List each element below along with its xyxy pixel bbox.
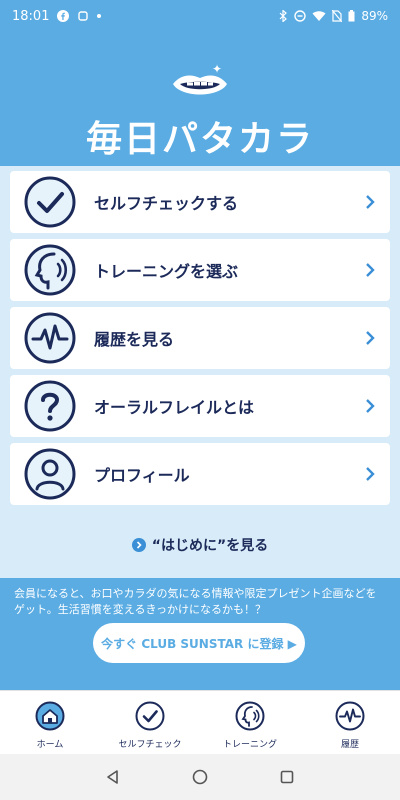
face-voice-icon xyxy=(24,244,76,296)
home-icon xyxy=(35,701,65,731)
status-bar: 18:01 89% xyxy=(0,0,400,32)
club-sunstar-register-button[interactable]: 今すぐ CLUB SUNSTAR に登録 ▶ xyxy=(93,623,305,663)
menu-item-history[interactable]: 履歴を見る xyxy=(10,307,390,369)
app-header: ✦ 毎日パタカラ xyxy=(0,32,400,166)
person-icon xyxy=(24,448,76,500)
status-time: 18:01 xyxy=(12,8,50,24)
menu-item-label: 履歴を見る xyxy=(94,330,175,349)
mouth-logo-icon xyxy=(173,75,227,95)
chevron-right-icon xyxy=(366,263,375,277)
home-circle-icon[interactable] xyxy=(192,769,208,785)
tab-training[interactable]: トレーニング xyxy=(200,691,300,754)
system-nav-bar xyxy=(0,754,400,800)
bluetooth-icon xyxy=(279,10,288,22)
menu-item-label: プロフィール xyxy=(94,466,190,485)
chevron-right-icon xyxy=(366,331,375,345)
pulse-icon xyxy=(335,701,365,731)
no-sim-icon xyxy=(332,10,343,22)
facebook-icon xyxy=(57,10,70,22)
tab-label: セルフチェック xyxy=(118,740,182,750)
tab-history[interactable]: 履歴 xyxy=(300,691,400,754)
menu-item-profile[interactable]: プロフィール xyxy=(10,443,390,505)
promo-banner: 会員になると、お口やカラダの気になる情報や限定プレゼント企画などをゲット。生活習… xyxy=(0,578,400,690)
dnd-icon xyxy=(294,10,307,22)
tab-label: トレーニング xyxy=(222,740,277,750)
intro-link-label: “はじめに”を見る xyxy=(151,538,269,554)
tab-label: 履歴 xyxy=(340,740,359,750)
more-notifications-dot xyxy=(97,14,102,18)
menu-item-self-check[interactable]: セルフチェックする xyxy=(10,171,390,233)
tab-self-check[interactable]: セルフチェック xyxy=(100,691,200,754)
check-circle-icon xyxy=(135,701,165,731)
menu-item-oral-frailty[interactable]: オーラルフレイルとは xyxy=(10,375,390,437)
tab-label: ホーム xyxy=(36,740,64,750)
question-icon xyxy=(24,380,76,432)
chevron-right-icon xyxy=(366,399,375,413)
back-icon[interactable] xyxy=(105,769,121,785)
play-arrow-icon xyxy=(131,538,146,552)
wifi-icon xyxy=(312,11,326,21)
tab-home[interactable]: ホーム xyxy=(0,691,100,754)
bottom-tab-bar: ホーム セルフチェック トレーニング 履歴 xyxy=(0,690,400,754)
chevron-right-icon xyxy=(366,467,375,481)
check-circle-icon xyxy=(24,176,76,228)
battery-icon xyxy=(348,10,355,22)
menu-item-label: セルフチェックする xyxy=(94,194,239,213)
intro-link[interactable]: “はじめに”を見る xyxy=(0,535,400,555)
chevron-right-icon xyxy=(366,195,375,209)
app-title: 毎日パタカラ xyxy=(85,119,314,160)
notification-icon xyxy=(78,11,89,21)
menu-item-training[interactable]: トレーニングを選ぶ xyxy=(10,239,390,301)
pulse-icon xyxy=(24,312,76,364)
battery-level: 89% xyxy=(361,9,388,23)
main-menu: セルフチェックする トレーニングを選ぶ 履歴を見る オーラルフレイルとは プロフ… xyxy=(0,166,400,578)
recents-icon[interactable] xyxy=(279,769,295,785)
promo-text: 会員になると、お口やカラダの気になる情報や限定プレゼント企画などをゲット。生活習… xyxy=(14,587,377,616)
menu-item-label: オーラルフレイルとは xyxy=(94,398,255,417)
face-voice-icon xyxy=(235,701,265,731)
menu-item-label: トレーニングを選ぶ xyxy=(94,262,239,281)
